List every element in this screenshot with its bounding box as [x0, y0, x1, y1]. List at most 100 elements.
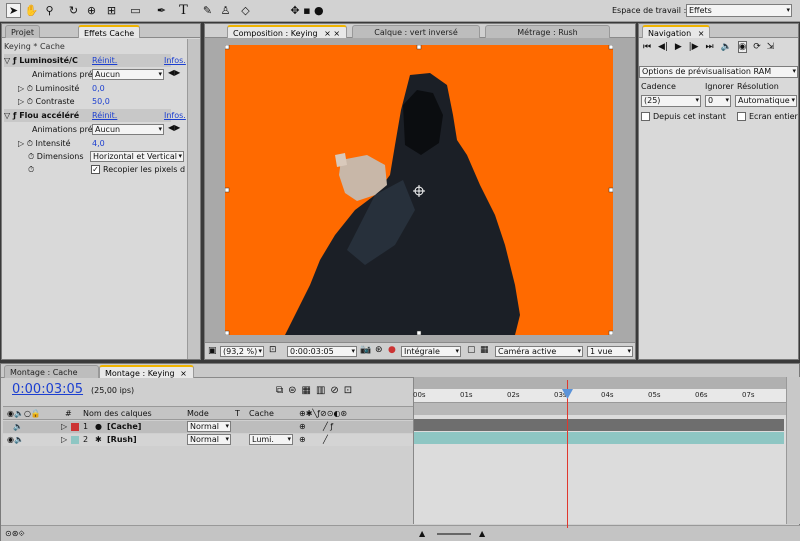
tab-navigation[interactable]: Navigation × [642, 25, 711, 38]
stopwatch-icon[interactable]: ▷ ⏱ [18, 84, 35, 93]
stopwatch-icon[interactable]: ▷ ⏱ [18, 97, 35, 106]
transparency-grid-icon[interactable]: ▦ [480, 345, 489, 355]
ram-preview-options-dropdown[interactable]: Options de prévisualisation RAM [639, 66, 798, 78]
zoom-out-icon[interactable]: ▲ [419, 528, 425, 540]
layer-bar-rush[interactable] [414, 432, 784, 444]
col-t[interactable]: T [235, 408, 240, 420]
preset-nav-icon[interactable]: ◀▶ [168, 123, 180, 132]
camera-dropdown[interactable]: Caméra active [495, 346, 583, 357]
mode-dropdown[interactable]: Normal [187, 421, 231, 432]
last-frame-icon[interactable]: ⏭ [705, 42, 713, 52]
pen-tool-icon[interactable]: ✒ [154, 3, 169, 18]
brush-tool-icon[interactable]: ✎ [200, 3, 215, 18]
animation-presets-dropdown-2[interactable]: Aucun [92, 124, 164, 135]
region-of-interest-icon[interactable]: ▢ [467, 345, 476, 355]
tab-montage-keying[interactable]: Montage : Keying × [99, 365, 194, 378]
stopwatch-icon[interactable]: ⏱ [28, 165, 34, 174]
eraser-tool-icon[interactable]: ◇ [238, 3, 253, 18]
ram-preview-icon[interactable]: ◉ [737, 41, 748, 53]
param-value[interactable]: 4,0 [92, 137, 105, 150]
hand-tool-icon[interactable]: ✋ [24, 3, 39, 18]
close-icon[interactable]: × [698, 29, 705, 38]
label-color-swatch[interactable] [71, 436, 79, 444]
motion-switch-icon[interactable]: ⊕ [299, 421, 306, 433]
show-snapshot-icon[interactable]: ⊛ [375, 345, 383, 355]
timeline-switches-icons[interactable]: ⧉⊜▦▥⊘⊡ [276, 385, 357, 396]
expand-arrow-icon[interactable]: ▽ ƒ [4, 56, 19, 65]
col-mode[interactable]: Mode [187, 408, 209, 420]
grid-icon[interactable]: ⊡ [269, 345, 277, 355]
close-icon[interactable]: × [180, 369, 187, 378]
layer-name[interactable]: [Cache] [107, 421, 141, 433]
timeline-scrollbar[interactable] [786, 377, 800, 524]
quality-dropdown[interactable]: Intégrale [401, 346, 461, 357]
play-icon[interactable]: ▶ [675, 42, 682, 52]
zoom-slider[interactable] [437, 533, 471, 535]
toggle-switches-icon[interactable]: ⊙⊛⟐ [5, 528, 25, 540]
tab-metrage[interactable]: Métrage : Rush [485, 25, 610, 38]
motion-switch-icon[interactable]: ⊕ [299, 434, 306, 446]
always-preview-icon[interactable]: ▣ [208, 346, 217, 356]
current-time-display[interactable]: 0:00:03:05 [12, 382, 83, 397]
preset-nav-icon[interactable]: ◀▶ [168, 68, 180, 77]
effect-flou-header[interactable]: ▽ ƒ Flou accéléré Réinit. Infos. [4, 109, 186, 122]
audio-icon[interactable]: 🔈 [720, 42, 731, 52]
layer-row-rush[interactable]: ◉🔈 ▷ 2 ✱ [Rush] Normal Lumi. ⊕ ╱ [3, 434, 415, 446]
quality-switch-icon[interactable]: ╱ ƒ [323, 421, 333, 433]
cadence-dropdown[interactable]: (25) [641, 95, 701, 107]
layer-row-cache[interactable]: 🔈 ▷ 1 ● [Cache] Normal ⊕ ╱ ƒ [3, 421, 415, 433]
prev-frame-icon[interactable]: ◀| [658, 42, 668, 52]
reset-link[interactable]: Réinit. [92, 109, 117, 122]
layer-bar-cache[interactable] [414, 419, 784, 431]
workspace-dropdown[interactable]: Effets [686, 4, 792, 17]
resolution-dropdown[interactable]: Automatique [735, 95, 797, 107]
param-value[interactable]: 0,0 [92, 82, 105, 95]
work-area-bar[interactable] [414, 377, 786, 389]
tab-montage-cache[interactable]: Montage : Cache [4, 365, 99, 378]
zoom-tool-icon[interactable]: ⚲ [42, 3, 57, 18]
col-cache[interactable]: Cache [249, 408, 274, 420]
time-navigator[interactable] [414, 403, 786, 415]
info-link[interactable]: Infos. [164, 109, 186, 122]
expand-arrow-icon[interactable]: ▷ [61, 434, 67, 446]
close-icon[interactable]: × × [324, 29, 340, 38]
ignorer-field[interactable]: 0 [705, 95, 731, 107]
first-frame-icon[interactable]: ⏮ [643, 42, 651, 52]
zoom-in-icon[interactable]: ▲ [479, 528, 485, 540]
tab-project[interactable]: Projet [5, 25, 40, 38]
label-color-swatch[interactable] [71, 423, 79, 431]
loop-icon[interactable]: ⟳ [753, 42, 761, 52]
reset-link[interactable]: Réinit. [92, 54, 117, 67]
zoom-dropdown[interactable]: (93,2 %) [220, 346, 264, 357]
snapshot-icon[interactable]: 📷 [360, 345, 371, 355]
col-name[interactable]: Nom des calques [83, 408, 152, 420]
playhead-line[interactable] [567, 380, 568, 528]
track-matte-dropdown[interactable]: Lumi. [249, 434, 293, 445]
camera-orbit-icon[interactable]: ⊕ [84, 3, 99, 18]
tab-effects-cache[interactable]: Effets Cache [78, 25, 141, 38]
selection-tool-icon[interactable]: ➤ [6, 3, 21, 18]
quality-switch-icon[interactable]: ╱ [323, 434, 328, 446]
color-channel-icon[interactable]: ● [388, 345, 396, 355]
views-dropdown[interactable]: 1 vue [587, 346, 633, 357]
pan-behind-icon[interactable]: ⊞ [104, 3, 119, 18]
stopwatch-icon[interactable]: ⏱ [28, 152, 37, 161]
recopier-checkbox[interactable]: ✓ [91, 165, 100, 174]
param-intensite[interactable]: ▷ ⏱ Intensité 4,0 [4, 137, 171, 150]
param-contraste[interactable]: ▷ ⏱ Contraste 50,0 [4, 95, 171, 108]
depuis-checkbox[interactable] [641, 112, 650, 121]
next-frame-icon[interactable]: |▶ [689, 42, 699, 52]
animation-presets-dropdown[interactable]: Aucun [92, 69, 164, 80]
tab-calque[interactable]: Calque : vert inversé [352, 25, 480, 38]
ecran-checkbox[interactable] [737, 112, 746, 121]
effect-luminosite-header[interactable]: ▽ ƒ Luminosité/C Réinit. Infos. [4, 54, 186, 67]
expand-icon[interactable]: ⇲ [767, 42, 775, 52]
info-link[interactable]: Infos. [164, 54, 186, 67]
audio-toggle-icon[interactable]: 🔈 [13, 421, 23, 433]
clone-stamp-icon[interactable]: ♙ [218, 3, 233, 18]
param-luminosite[interactable]: ▷ ⏱ Luminosité 0,0 [4, 82, 171, 95]
visibility-icon[interactable]: ◉🔈 [7, 434, 24, 446]
rectangle-mask-icon[interactable]: ▭ [128, 3, 143, 18]
rotate-tool-icon[interactable]: ↻ [66, 3, 81, 18]
tab-composition-keying[interactable]: Composition : Keying × × [227, 25, 347, 38]
